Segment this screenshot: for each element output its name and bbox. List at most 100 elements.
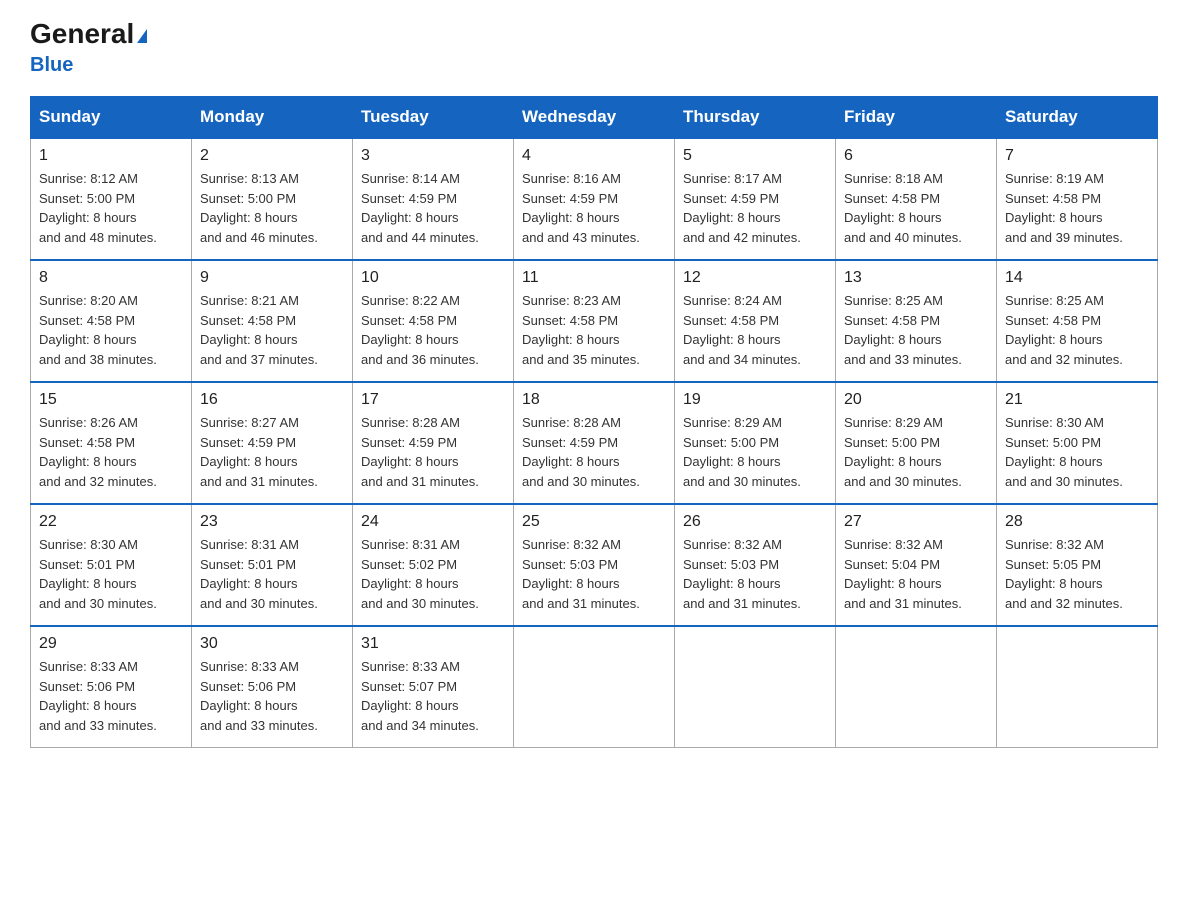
calendar-week-row: 15 Sunrise: 8:26 AMSunset: 4:58 PMDayligh… (31, 382, 1158, 504)
day-number: 9 (200, 269, 344, 287)
day-number: 25 (522, 513, 666, 531)
day-info: Sunrise: 8:22 AMSunset: 4:58 PMDaylight:… (361, 291, 505, 369)
day-info: Sunrise: 8:26 AMSunset: 4:58 PMDaylight:… (39, 413, 183, 491)
day-number: 5 (683, 147, 827, 165)
calendar-cell: 13 Sunrise: 8:25 AMSunset: 4:58 PMDayligh… (836, 260, 997, 382)
col-sunday: Sunday (31, 97, 192, 139)
logo-triangle-icon (137, 29, 147, 43)
col-monday: Monday (192, 97, 353, 139)
day-number: 20 (844, 391, 988, 409)
day-info: Sunrise: 8:14 AMSunset: 4:59 PMDaylight:… (361, 169, 505, 247)
day-number: 17 (361, 391, 505, 409)
day-info: Sunrise: 8:18 AMSunset: 4:58 PMDaylight:… (844, 169, 988, 247)
day-info: Sunrise: 8:13 AMSunset: 5:00 PMDaylight:… (200, 169, 344, 247)
calendar-cell: 25 Sunrise: 8:32 AMSunset: 5:03 PMDayligh… (514, 504, 675, 626)
day-info: Sunrise: 8:21 AMSunset: 4:58 PMDaylight:… (200, 291, 344, 369)
calendar-cell: 10 Sunrise: 8:22 AMSunset: 4:58 PMDayligh… (353, 260, 514, 382)
col-thursday: Thursday (675, 97, 836, 139)
calendar-cell: 7 Sunrise: 8:19 AMSunset: 4:58 PMDaylight… (997, 138, 1158, 260)
day-number: 12 (683, 269, 827, 287)
day-number: 3 (361, 147, 505, 165)
col-friday: Friday (836, 97, 997, 139)
day-info: Sunrise: 8:20 AMSunset: 4:58 PMDaylight:… (39, 291, 183, 369)
day-number: 14 (1005, 269, 1149, 287)
calendar-week-row: 22Sunrise: 8:30 AMSunset: 5:01 PMDayligh… (31, 504, 1158, 626)
day-number: 7 (1005, 147, 1149, 165)
day-info: Sunrise: 8:16 AMSunset: 4:59 PMDaylight:… (522, 169, 666, 247)
calendar-cell: 22Sunrise: 8:30 AMSunset: 5:01 PMDayligh… (31, 504, 192, 626)
day-info: Sunrise: 8:31 AMSunset: 5:02 PMDaylight:… (361, 535, 505, 613)
calendar-week-row: 8Sunrise: 8:20 AMSunset: 4:58 PMDaylight… (31, 260, 1158, 382)
calendar-cell: 24 Sunrise: 8:31 AMSunset: 5:02 PMDayligh… (353, 504, 514, 626)
day-number: 29 (39, 635, 183, 653)
day-info: Sunrise: 8:32 AMSunset: 5:04 PMDaylight:… (844, 535, 988, 613)
day-info: Sunrise: 8:33 AMSunset: 5:07 PMDaylight:… (361, 657, 505, 735)
logo-blue-text: Blue (30, 54, 73, 76)
calendar-cell: 18 Sunrise: 8:28 AMSunset: 4:59 PMDayligh… (514, 382, 675, 504)
calendar-cell: 31Sunrise: 8:33 AMSunset: 5:07 PMDayligh… (353, 626, 514, 748)
day-number: 1 (39, 147, 183, 165)
day-number: 11 (522, 269, 666, 287)
calendar-week-row: 1 Sunrise: 8:12 AMSunset: 5:00 PMDaylight… (31, 138, 1158, 260)
day-number: 18 (522, 391, 666, 409)
col-tuesday: Tuesday (353, 97, 514, 139)
calendar-cell: 16 Sunrise: 8:27 AMSunset: 4:59 PMDayligh… (192, 382, 353, 504)
day-info: Sunrise: 8:33 AMSunset: 5:06 PMDaylight:… (200, 657, 344, 735)
calendar-cell: 4 Sunrise: 8:16 AMSunset: 4:59 PMDaylight… (514, 138, 675, 260)
day-info: Sunrise: 8:29 AMSunset: 5:00 PMDaylight:… (683, 413, 827, 491)
day-info: Sunrise: 8:33 AMSunset: 5:06 PMDaylight:… (39, 657, 183, 735)
calendar-cell: 5 Sunrise: 8:17 AMSunset: 4:59 PMDaylight… (675, 138, 836, 260)
day-number: 13 (844, 269, 988, 287)
day-info: Sunrise: 8:17 AMSunset: 4:59 PMDaylight:… (683, 169, 827, 247)
calendar-cell: 2 Sunrise: 8:13 AMSunset: 5:00 PMDaylight… (192, 138, 353, 260)
day-number: 24 (361, 513, 505, 531)
day-number: 2 (200, 147, 344, 165)
calendar-cell: 12 Sunrise: 8:24 AMSunset: 4:58 PMDayligh… (675, 260, 836, 382)
day-info: Sunrise: 8:28 AMSunset: 4:59 PMDaylight:… (522, 413, 666, 491)
calendar-cell: 28Sunrise: 8:32 AMSunset: 5:05 PMDayligh… (997, 504, 1158, 626)
calendar-cell: 30Sunrise: 8:33 AMSunset: 5:06 PMDayligh… (192, 626, 353, 748)
calendar-cell: 27 Sunrise: 8:32 AMSunset: 5:04 PMDayligh… (836, 504, 997, 626)
day-info: Sunrise: 8:19 AMSunset: 4:58 PMDaylight:… (1005, 169, 1149, 247)
day-number: 19 (683, 391, 827, 409)
calendar-week-row: 29 Sunrise: 8:33 AMSunset: 5:06 PMDayligh… (31, 626, 1158, 748)
calendar-cell (836, 626, 997, 748)
day-number: 27 (844, 513, 988, 531)
calendar-cell: 1 Sunrise: 8:12 AMSunset: 5:00 PMDaylight… (31, 138, 192, 260)
day-info: Sunrise: 8:30 AMSunset: 5:00 PMDaylight:… (1005, 413, 1149, 491)
calendar-cell: 11Sunrise: 8:23 AMSunset: 4:58 PMDayligh… (514, 260, 675, 382)
calendar-cell: 15 Sunrise: 8:26 AMSunset: 4:58 PMDayligh… (31, 382, 192, 504)
calendar-cell (675, 626, 836, 748)
day-info: Sunrise: 8:25 AMSunset: 4:58 PMDaylight:… (844, 291, 988, 369)
day-info: Sunrise: 8:24 AMSunset: 4:58 PMDaylight:… (683, 291, 827, 369)
day-info: Sunrise: 8:12 AMSunset: 5:00 PMDaylight:… (39, 169, 183, 247)
day-number: 21 (1005, 391, 1149, 409)
day-info: Sunrise: 8:31 AMSunset: 5:01 PMDaylight:… (200, 535, 344, 613)
day-number: 22 (39, 513, 183, 531)
day-info: Sunrise: 8:27 AMSunset: 4:59 PMDaylight:… (200, 413, 344, 491)
calendar-cell: 14 Sunrise: 8:25 AMSunset: 4:58 PMDayligh… (997, 260, 1158, 382)
day-number: 15 (39, 391, 183, 409)
calendar-cell (514, 626, 675, 748)
logo-general-text: General (30, 18, 134, 49)
page-header: General Blue (30, 20, 1158, 76)
day-number: 6 (844, 147, 988, 165)
calendar-cell: 20Sunrise: 8:29 AMSunset: 5:00 PMDayligh… (836, 382, 997, 504)
calendar-table: Sunday Monday Tuesday Wednesday Thursday… (30, 96, 1158, 748)
day-number: 16 (200, 391, 344, 409)
day-info: Sunrise: 8:25 AMSunset: 4:58 PMDaylight:… (1005, 291, 1149, 369)
day-number: 28 (1005, 513, 1149, 531)
col-saturday: Saturday (997, 97, 1158, 139)
logo: General Blue (30, 20, 147, 76)
calendar-cell: 26 Sunrise: 8:32 AMSunset: 5:03 PMDayligh… (675, 504, 836, 626)
calendar-cell (997, 626, 1158, 748)
day-number: 10 (361, 269, 505, 287)
day-number: 4 (522, 147, 666, 165)
header-row: Sunday Monday Tuesday Wednesday Thursday… (31, 97, 1158, 139)
day-info: Sunrise: 8:32 AMSunset: 5:03 PMDaylight:… (522, 535, 666, 613)
calendar-cell: 3 Sunrise: 8:14 AMSunset: 4:59 PMDaylight… (353, 138, 514, 260)
calendar-cell: 19 Sunrise: 8:29 AMSunset: 5:00 PMDayligh… (675, 382, 836, 504)
day-info: Sunrise: 8:32 AMSunset: 5:03 PMDaylight:… (683, 535, 827, 613)
calendar-cell: 6 Sunrise: 8:18 AMSunset: 4:58 PMDaylight… (836, 138, 997, 260)
day-number: 26 (683, 513, 827, 531)
